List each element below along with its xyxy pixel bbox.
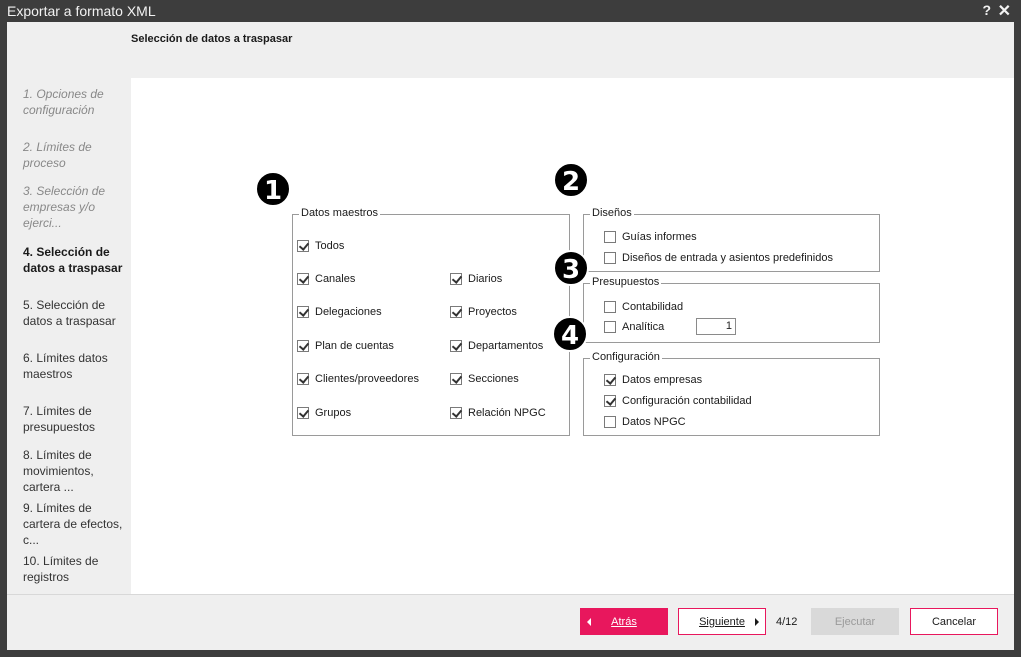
dialog-body: Selección de datos a traspasar 1. Opcion…	[7, 22, 1014, 650]
checkbox-box[interactable]	[450, 306, 462, 318]
checkbox-label: Secciones	[468, 373, 519, 385]
checkbox-label: Analítica	[622, 321, 665, 333]
disenos-legend: Diseños	[590, 207, 634, 219]
presupuestos-legend: Presupuestos	[590, 276, 662, 288]
datos-maestros-legend: Datos maestros	[299, 207, 381, 219]
checkbox-box[interactable]	[604, 416, 616, 428]
checkbox-box[interactable]	[297, 373, 309, 385]
checkbox-canales[interactable]: Canales	[297, 272, 355, 286]
wizard-step-10[interactable]: 10. Límites de registros	[23, 553, 127, 585]
checkbox-box[interactable]	[604, 301, 616, 313]
page-title: Selección de datos a traspasar	[131, 33, 293, 45]
checkbox-label: Configuración contabilidad	[622, 395, 752, 407]
checkbox-label: Delegaciones	[315, 306, 382, 318]
checkbox-label: Todos	[315, 240, 345, 252]
help-icon[interactable]: ?	[982, 2, 991, 18]
checkbox-relacion-npgc[interactable]: Relación NPGC	[450, 406, 546, 420]
checkbox-box[interactable]	[604, 321, 616, 333]
checkbox-grupos[interactable]: Grupos	[297, 406, 351, 420]
checkbox-box[interactable]	[297, 306, 309, 318]
checkbox-box[interactable]	[297, 340, 309, 352]
checkbox-analitica[interactable]: Analítica	[604, 320, 664, 334]
presupuestos-group: Presupuestos Contabilidad Analítica 1	[583, 276, 880, 343]
checkbox-clientes-proveedores[interactable]: Clientes/proveedores	[297, 372, 419, 386]
checkbox-disenos-entrada[interactable]: Diseños de entrada y asientos predefinid…	[604, 251, 833, 265]
wizard-step-5[interactable]: 5. Selección de datos a traspasar	[23, 297, 127, 329]
wizard-footer: Atrás Siguiente 4/12 Ejecutar Cancelar	[7, 594, 1014, 650]
back-button[interactable]: Atrás	[580, 608, 668, 635]
checkbox-label: Contabilidad	[622, 301, 684, 313]
checkbox-box[interactable]	[297, 273, 309, 285]
checkbox-box[interactable]	[604, 252, 616, 264]
checkbox-box[interactable]	[450, 273, 462, 285]
checkbox-label: Relación NPGC	[468, 407, 546, 419]
wizard-step-9[interactable]: 9. Límites de cartera de efectos, c...	[23, 500, 127, 548]
checkbox-contabilidad[interactable]: Contabilidad	[604, 300, 683, 314]
back-button-label: Atrás	[611, 615, 637, 628]
checkbox-label: Departamentos	[468, 340, 544, 352]
checkbox-box[interactable]	[450, 407, 462, 419]
cancel-button[interactable]: Cancelar	[910, 608, 998, 635]
checkbox-departamentos[interactable]: Departamentos	[450, 339, 543, 353]
checkbox-label: Plan de cuentas	[315, 340, 394, 352]
wizard-header: Selección de datos a traspasar	[7, 22, 1014, 78]
checkbox-label: Diseños de entrada y asientos predefinid…	[622, 252, 833, 264]
badge-1: 1	[255, 171, 291, 207]
next-button[interactable]: Siguiente	[678, 608, 766, 635]
wizard-step-6[interactable]: 6. Límites datos maestros	[23, 350, 127, 382]
checkbox-box[interactable]	[604, 231, 616, 243]
chevron-left-icon	[587, 618, 591, 626]
checkbox-box[interactable]	[604, 374, 616, 386]
checkbox-label: Diarios	[468, 273, 503, 285]
checkbox-box[interactable]	[604, 395, 616, 407]
run-button: Ejecutar	[811, 608, 899, 635]
checkbox-box[interactable]	[450, 340, 462, 352]
content-panel: Datos maestros Todos Canales Diarios Del…	[131, 78, 1014, 594]
checkbox-datos-empresas[interactable]: Datos empresas	[604, 373, 702, 387]
wizard-step-7[interactable]: 7. Límites de presupuestos	[23, 403, 127, 435]
wizard-step-8[interactable]: 8. Límites de movimientos, cartera ...	[23, 447, 127, 495]
checkbox-secciones[interactable]: Secciones	[450, 372, 519, 386]
checkbox-guias-informes[interactable]: Guías informes	[604, 230, 697, 244]
configuracion-group: Configuración Datos empresas Configuraci…	[583, 351, 880, 436]
checkbox-label: Canales	[315, 273, 356, 285]
analitica-number-input[interactable]: 1	[696, 318, 736, 335]
checkbox-label: Proyectos	[468, 306, 517, 318]
datos-maestros-group: Datos maestros Todos Canales Diarios Del…	[292, 207, 570, 436]
export-xml-dialog: Exportar a formato XML ? ✕ Selección de …	[0, 0, 1021, 657]
checkbox-label: Grupos	[315, 407, 352, 419]
disenos-group: Diseños Guías informes Diseños de entrad…	[583, 207, 880, 272]
checkbox-delegaciones[interactable]: Delegaciones	[297, 305, 382, 319]
configuracion-legend: Configuración	[590, 351, 662, 363]
checkbox-label: Datos NPGC	[622, 416, 686, 428]
wizard-step-3[interactable]: 3. Selección de empresas y/o ejerci...	[23, 183, 127, 231]
checkbox-label: Datos empresas	[622, 374, 703, 386]
badge-3: 3	[553, 250, 589, 286]
badge-2: 2	[553, 162, 589, 198]
wizard-steps-list[interactable]: 1. Opciones de configuración 2. Límites …	[7, 78, 131, 594]
wizard-step-4[interactable]: 4. Selección de datos a traspasar	[23, 244, 127, 276]
checkbox-box[interactable]	[297, 407, 309, 419]
checkbox-proyectos[interactable]: Proyectos	[450, 305, 517, 319]
wizard-step-2[interactable]: 2. Límites de proceso	[23, 139, 127, 171]
chevron-right-icon	[755, 618, 759, 626]
checkbox-datos-npgc[interactable]: Datos NPGC	[604, 415, 686, 429]
checkbox-todos[interactable]: Todos	[297, 239, 344, 253]
checkbox-label: Guías informes	[622, 231, 697, 243]
checkbox-configuracion-contabilidad[interactable]: Configuración contabilidad	[604, 394, 752, 408]
badge-4: 4	[552, 316, 588, 352]
title-bar: Exportar a formato XML ? ✕	[0, 0, 1021, 22]
page-counter: 4/12	[776, 616, 798, 628]
checkbox-box[interactable]	[450, 373, 462, 385]
checkbox-box[interactable]	[297, 240, 309, 252]
close-icon[interactable]: ✕	[998, 1, 1011, 21]
window-title: Exportar a formato XML	[7, 3, 156, 19]
checkbox-diarios[interactable]: Diarios	[450, 272, 502, 286]
next-button-label: Siguiente	[699, 615, 745, 628]
checkbox-label: Clientes/proveedores	[315, 373, 419, 385]
checkbox-plan-de-cuentas[interactable]: Plan de cuentas	[297, 339, 394, 353]
wizard-step-1[interactable]: 1. Opciones de configuración	[23, 86, 127, 118]
